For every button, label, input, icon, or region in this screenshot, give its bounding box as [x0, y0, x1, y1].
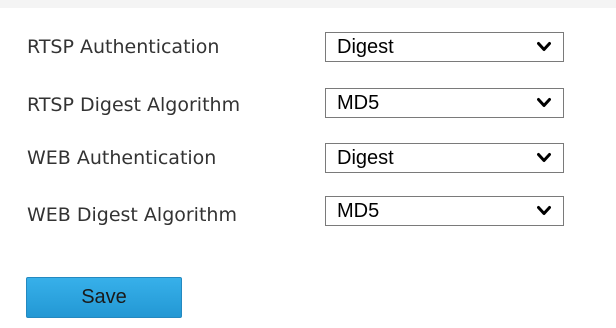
save-button[interactable]: Save: [26, 277, 182, 318]
web-authentication-label: WEB Authentication: [27, 147, 217, 169]
select-value: Digest: [337, 147, 394, 169]
web-digest-algorithm-select[interactable]: MD5: [325, 196, 564, 226]
select-value: MD5: [337, 92, 380, 114]
chevron-down-icon: [537, 98, 551, 107]
chevron-down-icon: [537, 42, 551, 51]
rtsp-digest-algorithm-select[interactable]: MD5: [325, 88, 564, 118]
web-authentication-select[interactable]: Digest: [325, 143, 564, 173]
top-strip: [0, 0, 616, 8]
rtsp-digest-algorithm-label: RTSP Digest Algorithm: [27, 94, 241, 116]
select-value: MD5: [337, 200, 380, 222]
rtsp-authentication-select[interactable]: Digest: [325, 32, 564, 62]
chevron-down-icon: [537, 206, 551, 215]
chevron-down-icon: [537, 153, 551, 162]
select-value: Digest: [337, 36, 394, 58]
rtsp-authentication-label: RTSP Authentication: [27, 36, 220, 58]
web-digest-algorithm-label: WEB Digest Algorithm: [27, 204, 237, 226]
